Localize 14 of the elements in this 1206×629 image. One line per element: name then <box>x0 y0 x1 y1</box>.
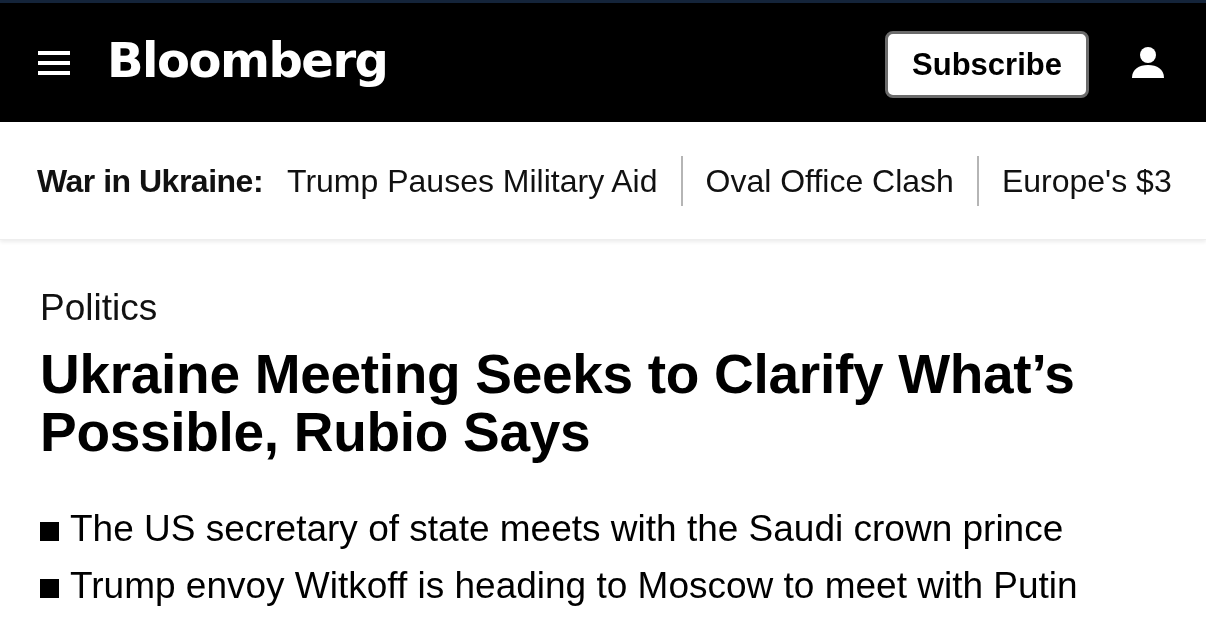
summary-bullet-text: Trump envoy Witkoff is heading to Moscow to meet with Putin <box>70 566 1078 606</box>
topic-link[interactable]: Trump Pauses Military Aid <box>287 156 658 205</box>
headline: Ukraine Meeting Seeks to Clarify What’s Possible, Rubio Says <box>40 345 1076 461</box>
account-icon[interactable] <box>1132 47 1164 78</box>
topic-label: War in Ukraine: <box>37 161 264 201</box>
summary-bullet-text: The US secretary of state meets with the Saudi crown prince <box>70 509 1064 549</box>
topic-link[interactable]: Oval Office Clash <box>705 156 954 205</box>
section-link[interactable]: Politics <box>40 289 158 326</box>
topic-link[interactable]: Europe's $3 <box>1001 156 1172 205</box>
subscribe-button[interactable]: Subscribe <box>885 30 1089 98</box>
square-bullet-icon <box>40 521 59 541</box>
menu-icon[interactable] <box>38 50 70 75</box>
square-bullet-icon <box>40 578 59 598</box>
logo[interactable]: Bloomberg <box>107 35 388 90</box>
